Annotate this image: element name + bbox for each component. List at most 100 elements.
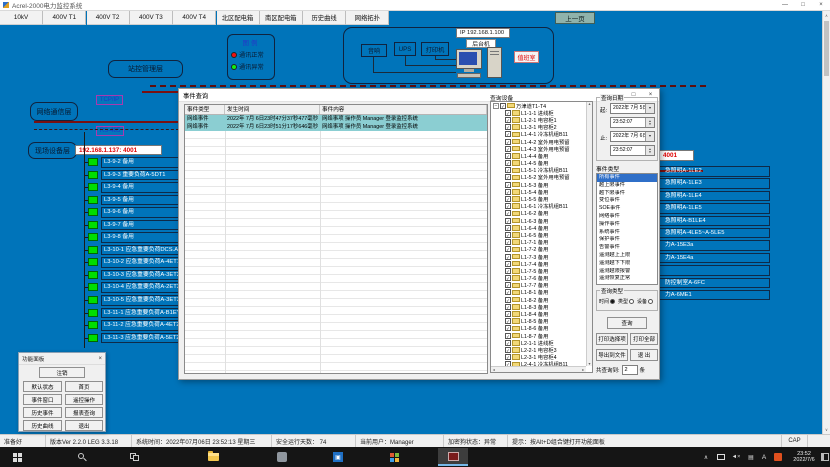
- checkbox-checked-icon[interactable]: ✓: [505, 203, 511, 209]
- event-type-option[interactable]: 保护事件: [597, 236, 657, 244]
- collapse-icon[interactable]: −: [493, 103, 499, 109]
- tree-node[interactable]: ✓ L1-5-3 备用: [491, 181, 592, 188]
- tree-node[interactable]: ✓ L1-8-6 备用: [491, 325, 592, 332]
- tree-node[interactable]: ✓ L1-7-1 备用: [491, 239, 592, 246]
- function-button[interactable]: 默认状态: [23, 381, 62, 392]
- checkbox-checked-icon[interactable]: ✓: [505, 261, 511, 267]
- tree-node[interactable]: ✓ L1-8-2 备用: [491, 296, 592, 303]
- event-type-option[interactable]: 遥测恢复正常: [597, 275, 657, 283]
- checkbox-checked-icon[interactable]: ✓: [505, 196, 511, 202]
- radio-button-icon[interactable]: [610, 299, 615, 304]
- tree-node[interactable]: ✓ L1-7-3 备用: [491, 253, 592, 260]
- checkbox-checked-icon[interactable]: ✓: [505, 232, 511, 238]
- function-panel-close-icon[interactable]: ×: [98, 356, 102, 362]
- taskbar-clock[interactable]: 23:52 2022/7/6: [787, 449, 821, 465]
- input-method-icon[interactable]: A: [759, 449, 769, 465]
- screen-tab[interactable]: 历史曲线: [303, 11, 346, 25]
- tree-node[interactable]: ✓ L1-6-1 冷冻机组B11: [491, 203, 592, 210]
- checkbox-checked-icon[interactable]: ✓: [505, 182, 511, 188]
- tree-node[interactable]: ✓ L1-4-1 冷冻机组B11: [491, 131, 592, 138]
- scrollbar-thumb[interactable]: [824, 21, 829, 76]
- tree-node[interactable]: ✓ L1-8-4 备用: [491, 310, 592, 317]
- event-type-option[interactable]: 操作事件: [597, 221, 657, 229]
- checkbox-checked-icon[interactable]: ✓: [505, 297, 511, 303]
- checkbox-checked-icon[interactable]: ✓: [505, 110, 511, 116]
- tree-vertical-scrollbar[interactable]: ▲▼: [586, 102, 592, 366]
- checkbox-checked-icon[interactable]: ✓: [505, 311, 511, 317]
- tree-node[interactable]: ✓ L1-8-1 备用: [491, 289, 592, 296]
- tray-expand-icon[interactable]: ∧: [700, 449, 712, 465]
- checkbox-checked-icon[interactable]: ✓: [505, 254, 511, 260]
- checkbox-checked-icon[interactable]: ✓: [505, 304, 511, 310]
- function-panel-titlebar[interactable]: 功能面板 ×: [19, 353, 105, 365]
- tree-node[interactable]: ✓ L1-7-4 备用: [491, 260, 592, 267]
- query-type-option[interactable]: 设备: [637, 298, 653, 305]
- screen-tab[interactable]: 南区配电箱: [260, 11, 303, 25]
- volume-muted-icon[interactable]: ◄×: [729, 449, 743, 465]
- start-button[interactable]: [8, 449, 26, 465]
- tree-node[interactable]: ✓ L2-2-1 电容柜3: [491, 346, 592, 353]
- to-time-spinner[interactable]: 23:52:07▲▼: [610, 145, 655, 156]
- dropdown-arrow-icon[interactable]: ▼: [645, 104, 654, 113]
- exit-button[interactable]: 退 出: [630, 349, 658, 361]
- checkbox-checked-icon[interactable]: ✓: [505, 189, 511, 195]
- checkbox-checked-icon[interactable]: ✓: [505, 225, 511, 231]
- checkbox-checked-icon[interactable]: ✓: [505, 275, 511, 281]
- logout-button[interactable]: 注销: [39, 367, 85, 378]
- checkbox-checked-icon[interactable]: ✓: [505, 218, 511, 224]
- checkbox-checked-icon[interactable]: ✓: [500, 103, 506, 109]
- window-maximize-button[interactable]: □: [794, 2, 812, 8]
- checkbox-checked-icon[interactable]: ✓: [505, 174, 511, 180]
- result-count-field[interactable]: 2: [622, 365, 638, 375]
- tree-horizontal-scrollbar[interactable]: ◄►: [491, 366, 586, 372]
- screen-tab[interactable]: 10kV: [0, 11, 43, 25]
- event-type-option[interactable]: 网络事件: [597, 213, 657, 221]
- screen-tab[interactable]: 北区配电箱: [217, 11, 260, 25]
- query-button[interactable]: 查询: [607, 317, 647, 329]
- checkbox-checked-icon[interactable]: ✓: [505, 146, 511, 152]
- event-table-row[interactable]: 网络事件 2022年 7月 6日23时47分37秒477毫秒 网络事项 操作员 …: [185, 115, 487, 123]
- checkbox-checked-icon[interactable]: ✓: [505, 282, 511, 288]
- checkbox-checked-icon[interactable]: ✓: [505, 117, 511, 123]
- function-button[interactable]: 退出: [65, 420, 103, 431]
- event-type-option[interactable]: 告警事件: [597, 244, 657, 252]
- tree-node[interactable]: ✓ L1-7-5 备用: [491, 267, 592, 274]
- tree-node[interactable]: ✓ L1-5-4 备用: [491, 188, 592, 195]
- radio-button-icon[interactable]: [629, 299, 634, 304]
- checkbox-checked-icon[interactable]: ✓: [505, 124, 511, 130]
- to-date-combobox[interactable]: 2022年 7月 6日▼: [610, 131, 655, 142]
- checkbox-checked-icon[interactable]: ✓: [505, 333, 511, 339]
- export-file-button[interactable]: 导出到文件: [596, 349, 628, 361]
- event-type-option[interactable]: SOE事件: [597, 205, 657, 213]
- task-view-icon[interactable]: [126, 449, 142, 465]
- function-button[interactable]: 历史曲线: [23, 420, 62, 431]
- event-type-option[interactable]: 遥测越下下限: [597, 260, 657, 268]
- tree-node[interactable]: ✓ L1-1-1 进线柜: [491, 109, 592, 116]
- print-selected-button[interactable]: 打印选择项: [596, 333, 628, 345]
- checkbox-checked-icon[interactable]: ✓: [505, 153, 511, 159]
- checkbox-checked-icon[interactable]: ✓: [505, 167, 511, 173]
- tree-node[interactable]: ✓ L1-6-2 备用: [491, 210, 592, 217]
- tree-node[interactable]: ✓ L1-8-3 备用: [491, 303, 592, 310]
- checkbox-checked-icon[interactable]: ✓: [505, 340, 511, 346]
- checkbox-checked-icon[interactable]: ✓: [505, 160, 511, 166]
- tree-node[interactable]: ✓ L1-4-2 室外用电预留: [491, 138, 592, 145]
- screen-tab[interactable]: 网络拓扑: [346, 11, 389, 25]
- column-event-type[interactable]: 事件类型: [185, 105, 225, 114]
- tree-node[interactable]: ✓ L1-8-5 备用: [491, 318, 592, 325]
- checkbox-checked-icon[interactable]: ✓: [505, 318, 511, 324]
- function-button[interactable]: 遥控操作: [65, 394, 103, 405]
- screen-tab[interactable]: 400V T3: [130, 11, 173, 25]
- checkbox-checked-icon[interactable]: ✓: [505, 347, 511, 353]
- print-all-button[interactable]: 打印全部: [630, 333, 658, 345]
- tree-node[interactable]: ✓ L1-6-5 备用: [491, 231, 592, 238]
- scroll-up-icon[interactable]: ∧: [823, 11, 830, 18]
- taskbar-app-1-icon[interactable]: [274, 449, 290, 465]
- tree-node[interactable]: ✓ L1-5-2 室外用电预留: [491, 174, 592, 181]
- screen-tab[interactable]: 400V T1: [43, 11, 86, 25]
- taskbar-app-2-icon[interactable]: ▣: [330, 449, 346, 465]
- taskbar-app-3-icon[interactable]: [386, 449, 402, 465]
- event-type-option[interactable]: 变位事件: [597, 197, 657, 205]
- tree-node[interactable]: ✓ L1-7-2 备用: [491, 246, 592, 253]
- tree-node[interactable]: ✓ L1-2-1 电容柜1: [491, 116, 592, 123]
